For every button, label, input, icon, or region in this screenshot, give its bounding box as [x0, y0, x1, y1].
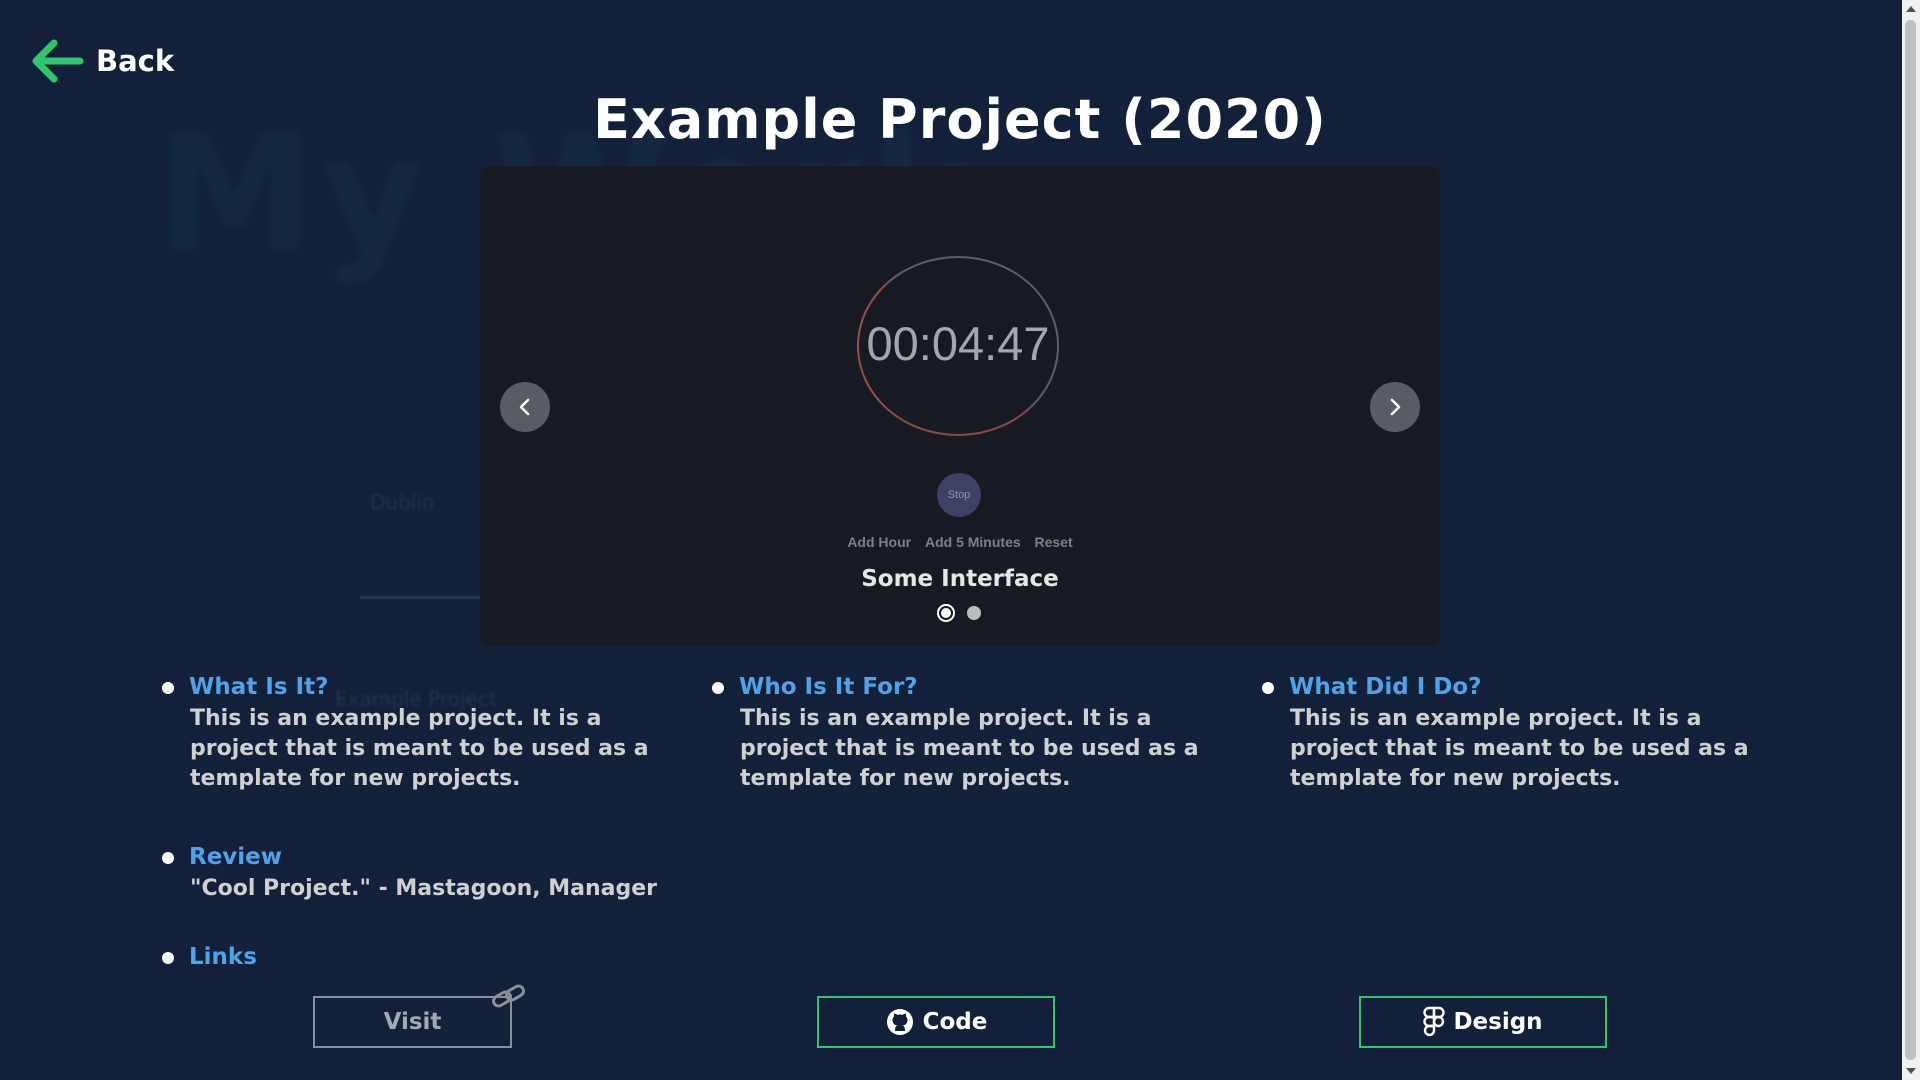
- chevron-left-icon: [519, 398, 530, 416]
- carousel-dot-2[interactable]: [967, 606, 981, 620]
- carousel-pagination: [480, 606, 1440, 620]
- section-who-is-it-for: Who Is It For? This is an example projec…: [712, 674, 1222, 794]
- scroll-up-arrow-icon[interactable]: [1906, 6, 1916, 12]
- section-heading: What Did I Do?: [1289, 674, 1482, 700]
- scroll-down-arrow-icon[interactable]: [1906, 1068, 1916, 1074]
- timer-controls: Add Hour Add 5 Minutes Reset: [480, 534, 1440, 550]
- section-what-did-i-do: What Did I Do? This is an example projec…: [1262, 674, 1772, 794]
- chevron-right-icon: [1390, 398, 1401, 416]
- design-label: Design: [1453, 1009, 1543, 1035]
- background-ghost-line: [360, 596, 480, 599]
- reset-control: Reset: [1034, 534, 1073, 550]
- section-heading: Who Is It For?: [739, 674, 918, 700]
- slide-caption: Some Interface: [861, 566, 1059, 592]
- timer-stop-button: Stop: [937, 473, 981, 517]
- figma-icon: [1423, 1006, 1446, 1037]
- back-button[interactable]: Back: [30, 36, 174, 86]
- review-quote: "Cool Project." - Mastagoon, Manager: [190, 876, 658, 901]
- section-body: This is an example project. It is a proj…: [740, 706, 1199, 791]
- section-what-is-it: What Is It? This is an example project. …: [162, 674, 672, 794]
- bullet-icon: [162, 682, 174, 694]
- section-body: This is an example project. It is a proj…: [190, 706, 649, 791]
- bullet-icon: [1262, 682, 1274, 694]
- scrollbar-thumb[interactable]: [1905, 20, 1916, 1060]
- section-body: This is an example project. It is a proj…: [1290, 706, 1749, 791]
- add-5-minutes-control: Add 5 Minutes: [924, 534, 1021, 550]
- code-label: Code: [922, 1009, 988, 1035]
- link-icon: [490, 982, 530, 1018]
- section-links: Links: [162, 944, 462, 978]
- carousel-dot-1[interactable]: [939, 606, 953, 620]
- github-icon: [886, 1009, 913, 1035]
- carousel-prev-button[interactable]: [500, 382, 550, 432]
- section-review: Review "Cool Project." - Mastagoon, Mana…: [162, 844, 762, 914]
- image-carousel: 00:04:47 Stop Add Hour Add 5 Minutes Res…: [480, 166, 1440, 646]
- visit-button[interactable]: Visit: [313, 996, 512, 1048]
- carousel-next-button[interactable]: [1370, 382, 1420, 432]
- section-heading: What Is It?: [189, 674, 329, 700]
- section-heading: Review: [189, 844, 283, 870]
- page-title: Example Project (2020): [593, 88, 1327, 151]
- bullet-icon: [162, 852, 174, 864]
- add-hour-control: Add Hour: [847, 534, 912, 550]
- visit-label: Visit: [383, 1009, 442, 1035]
- code-button[interactable]: Code: [817, 996, 1055, 1048]
- arrow-left-icon: [32, 39, 84, 83]
- timer-display: 00:04:47: [866, 317, 1050, 370]
- bullet-icon: [712, 682, 724, 694]
- design-button[interactable]: Design: [1359, 996, 1607, 1048]
- back-label: Back: [96, 44, 175, 78]
- background-ghost-text: Dublin: [370, 490, 435, 514]
- section-heading: Links: [189, 944, 257, 970]
- bullet-icon: [162, 952, 174, 964]
- page-scrollbar[interactable]: [1902, 0, 1920, 1080]
